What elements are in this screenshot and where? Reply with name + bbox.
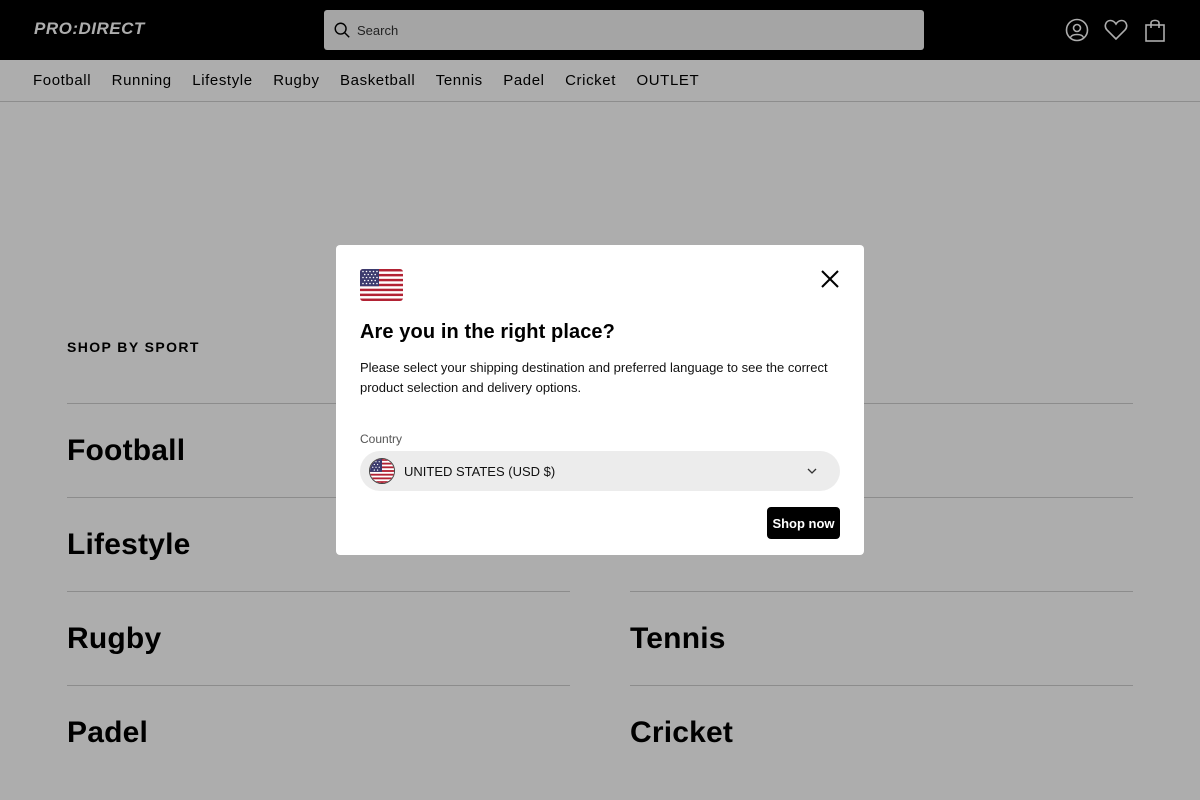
modal-description: Please select your shipping destination … [360,360,828,395]
us-flag-round-icon [369,458,395,484]
country-select-value: UNITED STATES (USD $) [404,463,556,479]
country-label: Country [360,432,403,446]
close-icon[interactable] [820,269,840,289]
us-flag-icon [360,269,403,301]
modal-title: Are you in the right place? [360,321,615,343]
chevron-down-icon [807,468,817,474]
country-select[interactable]: UNITED STATES (USD $) [360,451,840,491]
shop-now-button[interactable]: Shop now [767,507,840,539]
country-selector-modal: Are you in the right place? Please selec… [336,245,864,555]
